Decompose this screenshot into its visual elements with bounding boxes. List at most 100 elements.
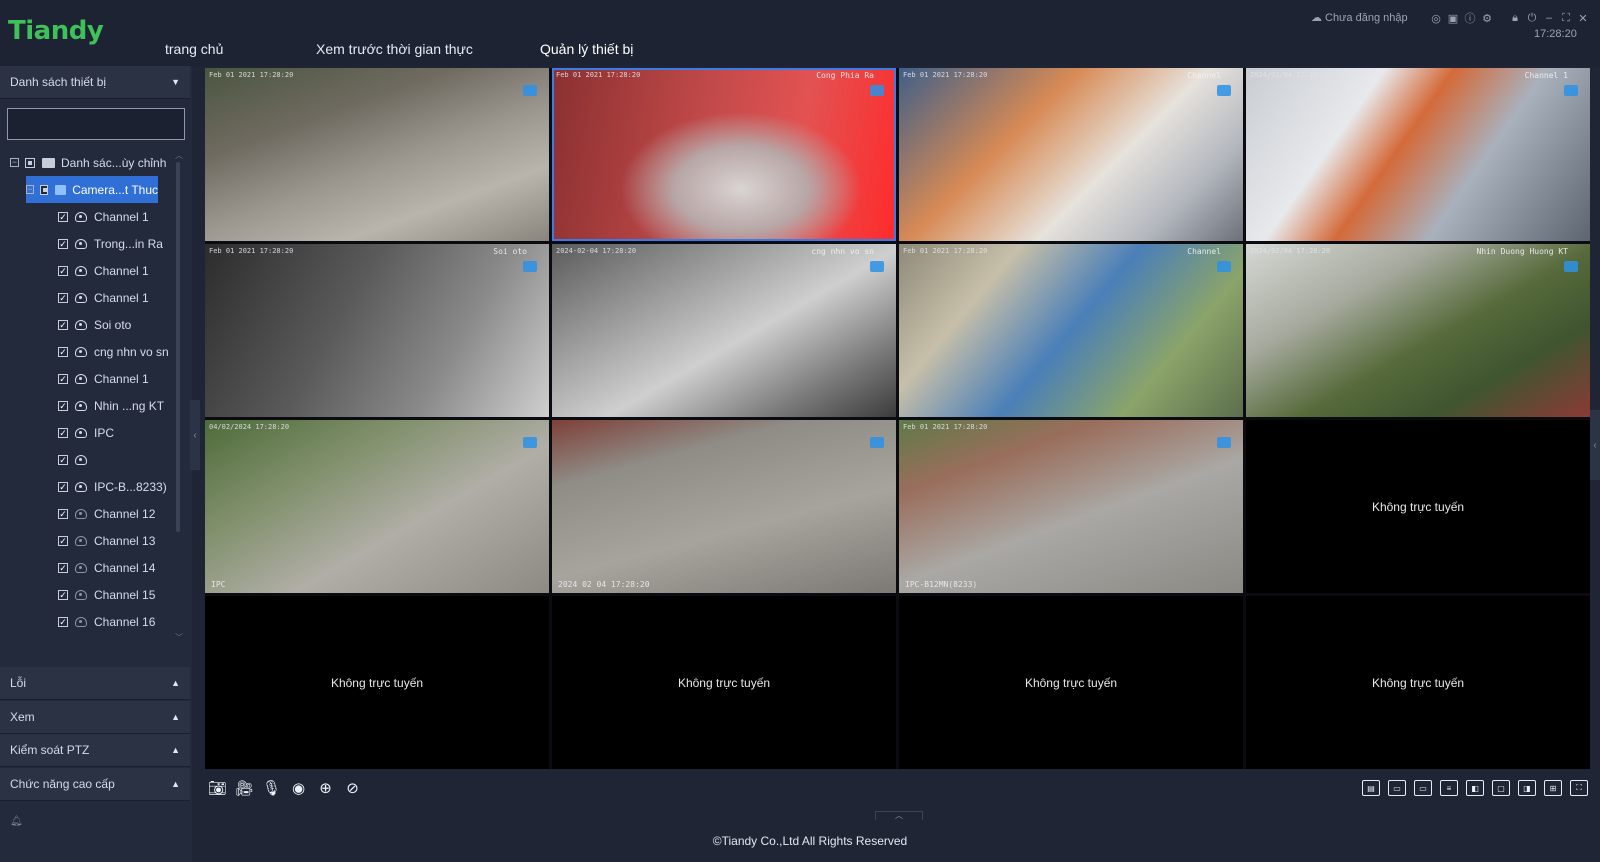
stream-status-icon [1217,85,1231,96]
tree-root[interactable]: − Danh sác...ùy chỉnh [10,149,180,176]
tree-group[interactable]: − Camera...t Thuc [26,176,158,203]
checkbox[interactable]: ✓ [58,319,68,330]
bell-icon[interactable]: 🔔︎ [10,816,23,827]
device-search-input[interactable] [7,108,185,140]
video-tile[interactable]: 04/02/2024 17:28:20 IPC [205,420,549,593]
checkbox[interactable]: ✓ [58,265,68,276]
checkbox[interactable]: ✓ [58,562,68,573]
section-ptz[interactable]: Kiểm soát PTZ ▲ [0,734,190,767]
tree-camera-item[interactable]: ✓ Channel 12 [58,500,176,527]
tree-scrollbar[interactable] [176,162,180,532]
tree-camera-item[interactable]: ✓ IPC-B...8233) [58,473,176,500]
video-tile-offline[interactable]: Không trực tuyến [1246,596,1590,769]
scroll-down-icon[interactable]: ﹀ [175,632,183,643]
video-tile-offline[interactable]: Không trực tuyến [205,596,549,769]
link-icon[interactable]: ⊘ [343,779,362,798]
collapse-left-handle[interactable]: ‹ [190,400,200,470]
collapse-icon[interactable]: − [26,185,34,194]
checkbox[interactable]: ✓ [58,346,68,357]
tree-camera-item[interactable]: ✓ Soi oto [58,311,176,338]
video-tile[interactable]: Feb 01 2021 17:28:20 Cong Phia Ra [552,68,896,241]
video-tile[interactable]: 2024-02-04 17:28:20 cng nhn vo sn [552,244,896,417]
snapshot-icon[interactable]: 📷︎ [208,779,227,798]
tree-camera-item[interactable]: ✓ Channel 1 [58,257,176,284]
checkbox[interactable]: ✓ [58,616,68,627]
device-list-header[interactable]: Danh sách thiết bị ▼ [0,66,190,99]
nav-home[interactable]: trang chủ [165,41,223,57]
checkbox[interactable]: ✓ [58,454,68,465]
section-errors-label: Lỗi [10,676,27,690]
info-icon[interactable]: ⓘ [1464,10,1476,26]
stream-status-icon [870,261,884,272]
video-tile[interactable]: Feb 01 2021 17:28:20 [205,68,549,241]
layout-4-icon[interactable]: ◧ [1466,780,1484,796]
layout-6-icon[interactable]: ◨ [1518,780,1536,796]
user-icon[interactable]: ◎ [1430,12,1442,25]
zoom-icon[interactable]: ⊕ [316,779,335,798]
log-icon[interactable]: ▣ [1447,12,1459,25]
video-tile[interactable]: Feb 01 2021 17:28:20 Channel [899,244,1243,417]
tree-camera-item[interactable]: ✓ IPC [58,419,176,446]
expand-bottom-handle[interactable]: ︿ [875,811,923,820]
tree-camera-item[interactable]: ✓ Trong...in Ra [58,230,176,257]
checkbox[interactable]: ✓ [58,508,68,519]
video-tile-offline[interactable]: Không trực tuyến [552,596,896,769]
tree-camera-item[interactable]: ✓ [58,446,176,473]
tree-camera-item[interactable]: ✓ Channel 1 [58,365,176,392]
save-layout-icon[interactable]: ▤ [1362,780,1380,796]
tree-camera-item[interactable]: ✓ Channel 1 [58,284,176,311]
power-icon[interactable]: ⏻ [1526,12,1538,25]
tree-camera-item[interactable]: ✓ Channel 13 [58,527,176,554]
audio-icon[interactable]: ◉ [289,779,308,798]
checkbox[interactable] [25,157,35,168]
fullscreen-icon[interactable]: ⛶ [1570,780,1588,796]
layout-3-icon[interactable]: ≡ [1440,780,1458,796]
video-tile[interactable]: 2024/02/04 17:28:20 Nhin Duong Huong KT [1246,244,1590,417]
section-view[interactable]: Xem ▲ [0,701,190,734]
video-tile[interactable]: Feb 01 2021 17:28:20 IPC-B12MN(8233) [899,420,1243,593]
section-errors[interactable]: Lỗi ▲ [0,667,190,700]
checkbox[interactable]: ✓ [58,535,68,546]
maximize-icon[interactable]: ⛶ [1560,12,1572,25]
stream-status-icon [523,437,537,448]
video-tile[interactable]: Feb 01 2021 17:28:20 Soi oto [205,244,549,417]
layout-1-icon[interactable]: ▭ [1388,780,1406,796]
settings-icon[interactable]: ⚙ [1481,12,1493,25]
talk-icon[interactable]: 🎙︎ [262,779,281,798]
video-tile[interactable]: 2024 02 04 17:28:20 [552,420,896,593]
record-icon[interactable]: 🎥︎ [235,779,254,798]
tree-camera-item[interactable]: ✓ Channel 15 [58,581,176,608]
checkbox[interactable]: ✓ [58,589,68,600]
layout-5-icon[interactable]: ▢ [1492,780,1510,796]
checkbox[interactable]: ✓ [58,427,68,438]
tree-camera-item[interactable]: ✓ Channel 16 [58,608,176,635]
checkbox[interactable]: ✓ [58,211,68,222]
login-status[interactable]: ☁ Chưa đăng nhập [1311,11,1408,25]
video-tile[interactable]: Feb 01 2021 17:28:20 Channel [899,68,1243,241]
tree-camera-item[interactable]: ✓ Nhin ...ng KT [58,392,176,419]
checkbox[interactable]: ✓ [58,400,68,411]
video-tile-offline[interactable]: Không trực tuyến [899,596,1243,769]
tree-camera-item[interactable]: ✓ Channel 14 [58,554,176,581]
video-tile[interactable]: 2024/02/04 17:28:20 Channel 1 [1246,68,1590,241]
checkbox[interactable]: ✓ [58,373,68,384]
nav-live-preview[interactable]: Xem trước thời gian thực [316,41,473,57]
layout-2-icon[interactable]: ▭ [1414,780,1432,796]
nav-device-management[interactable]: Quản lý thiết bị [540,41,633,57]
collapse-right-handle[interactable]: ‹ [1590,410,1600,480]
section-advanced[interactable]: Chức năng cao cấp ▲ [0,768,190,801]
collapse-icon[interactable]: − [10,158,19,167]
checkbox[interactable] [39,184,49,195]
close-icon[interactable]: ✕ [1577,12,1589,25]
layout-grid-icon[interactable]: ⊞ [1544,780,1562,796]
checkbox[interactable]: ✓ [58,238,68,249]
tree-camera-item[interactable]: ✓ cng nhn vo sn [58,338,176,365]
checkbox[interactable]: ✓ [58,481,68,492]
video-tile-offline[interactable]: Không trực tuyến [1246,420,1590,593]
stream-status-icon [870,85,884,96]
scroll-up-icon[interactable]: ︿ [175,150,183,161]
lock-icon[interactable]: 🔒︎ [1509,12,1521,25]
tree-camera-item[interactable]: ✓ Channel 1 [58,203,176,230]
minimize-icon[interactable]: – [1543,12,1555,24]
checkbox[interactable]: ✓ [58,292,68,303]
